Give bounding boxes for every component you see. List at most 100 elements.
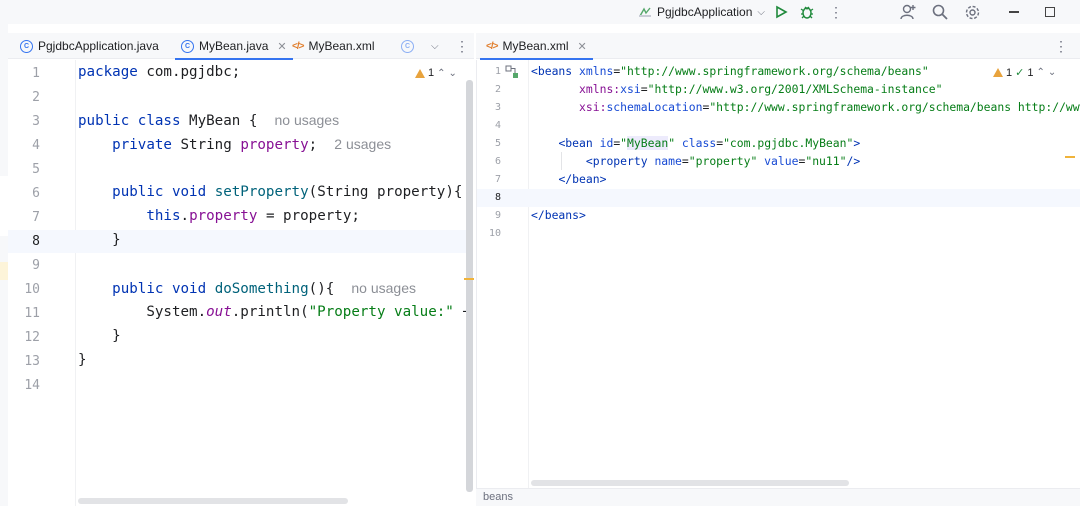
search-icon[interactable] <box>930 2 950 22</box>
line-number: 9 <box>32 258 40 273</box>
close-icon[interactable]: ✕ <box>277 40 286 53</box>
line-number: 3 <box>494 102 501 113</box>
line-number: 12 <box>24 330 40 345</box>
settings-icon[interactable] <box>962 2 982 22</box>
indent-guide <box>561 152 562 170</box>
warning-count: 1 <box>428 67 435 79</box>
inspection-widget[interactable]: 1 ⌃ ⌄ <box>415 67 457 79</box>
java-class-icon: C <box>20 39 33 53</box>
minimize-icon[interactable] <box>1004 2 1024 22</box>
line-number: 5 <box>32 162 40 177</box>
xml-line-9: </beans> <box>531 208 586 222</box>
tab-list-chevron-down-icon[interactable]: ⌵ <box>431 33 439 59</box>
line-number: 14 <box>24 378 40 393</box>
line-number: 1 <box>32 66 40 81</box>
warning-marker[interactable] <box>464 278 474 280</box>
tab-more-icon[interactable]: ⋮ <box>1054 33 1068 59</box>
debug-icon[interactable] <box>797 2 817 22</box>
tab-mybean-xml[interactable]: </> MyBean.xml <box>292 33 375 59</box>
line-number: 1 <box>494 66 501 77</box>
warning-icon <box>993 68 1003 77</box>
java-class-icon: C <box>401 39 414 53</box>
chevron-down-icon[interactable]: ⌄ <box>449 68 457 79</box>
xml-line-1: <beans xmlns="http://www.springframework… <box>531 64 929 78</box>
code-line-4: private String property; 2 usages <box>112 136 392 153</box>
xml-line-7: </bean> <box>558 172 607 186</box>
tab-label: MyBean.xml <box>502 39 569 53</box>
line-number: 5 <box>494 138 501 149</box>
warning-count: 1 <box>1006 66 1013 79</box>
add-user-icon[interactable] <box>898 2 918 22</box>
vertical-scrollbar[interactable] <box>466 80 473 492</box>
line-number: 4 <box>32 138 40 153</box>
check-icon: ✓ <box>1015 67 1025 79</box>
warning-marker[interactable] <box>1065 156 1075 158</box>
tab-more-icon[interactable]: ⋮ <box>455 33 469 59</box>
xml-line-6: <property name="property" value="nu11"/> <box>585 154 861 168</box>
close-icon[interactable]: ✕ <box>578 40 587 53</box>
line-number: 8 <box>32 234 40 249</box>
xml-line-3: xsi:schemaLocation="http://www.springfra… <box>579 100 1080 114</box>
tab-label: MyBean.java <box>199 39 269 53</box>
tab-mybean-java[interactable]: C MyBean.java ✕ <box>175 33 293 60</box>
line-number: 2 <box>32 90 40 105</box>
run-icon[interactable] <box>771 2 791 22</box>
run-config-icon <box>639 7 651 17</box>
line-number: 10 <box>488 228 501 239</box>
line-number: 6 <box>32 186 40 201</box>
line-number: 8 <box>494 192 501 203</box>
usage-hint: no usages <box>274 112 340 128</box>
code-line-11: System.out.println("Property value:" + <box>146 304 471 320</box>
chevron-up-icon[interactable]: ⌃ <box>437 68 445 79</box>
line-number: 9 <box>494 210 501 221</box>
line-number: 3 <box>32 114 40 129</box>
usage-hint: 2 usages <box>334 136 392 152</box>
xml-line-2: xmlns:xsi="http://www.w3.org/2001/XMLSch… <box>579 82 943 96</box>
current-line-highlight <box>477 189 1080 207</box>
chevron-down-icon[interactable]: ⌄ <box>1048 67 1056 78</box>
line-number: 7 <box>32 210 40 225</box>
tab-pgjdbcapplication-java[interactable]: C PgjdbcApplication.java <box>20 33 159 59</box>
xml-editor[interactable]: 1 2 3 4 5 6 7 8 9 10 <beans xmlns="http:… <box>476 60 1080 506</box>
tab-mybean-xml-right[interactable]: </> MyBean.xml ✕ <box>480 33 593 60</box>
spring-bean-gutter-icon[interactable] <box>505 65 519 79</box>
maximize-icon[interactable] <box>1040 2 1060 22</box>
breadcrumb-item[interactable]: beans <box>483 491 513 503</box>
code-line-13: } <box>78 352 87 368</box>
code-line-3: public class MyBean { no usages <box>78 112 340 129</box>
tab-overflow-file[interactable]: C <box>401 33 414 59</box>
project-tree-strip[interactable] <box>0 24 8 506</box>
horizontal-scrollbar[interactable] <box>531 480 849 486</box>
line-number: 13 <box>24 354 40 369</box>
code-line-6: public void setProperty(String property)… <box>112 184 463 200</box>
code-line-12: } <box>112 328 121 344</box>
inspection-widget[interactable]: 1 ✓ 1 ⌃ ⌄ <box>993 66 1056 79</box>
tab-label: PgjdbcApplication.java <box>38 39 159 53</box>
code-line-10: public void doSomething(){ no usages <box>112 280 416 297</box>
java-class-icon: C <box>181 39 194 53</box>
xml-file-icon: </> <box>292 40 305 52</box>
usage-hint: no usages <box>351 280 416 296</box>
left-editor-tabbar: C PgjdbcApplication.java C MyBean.java ✕… <box>8 33 474 60</box>
breadcrumb[interactable]: beans <box>476 488 1080 506</box>
current-line-highlight <box>8 230 466 253</box>
chevron-down-icon: ⌵ <box>757 6 765 18</box>
code-line-7: this.property = property; <box>146 208 360 224</box>
java-editor[interactable]: 1 2 3 4 5 6 7 8 9 10 11 12 13 14 package… <box>8 60 474 506</box>
run-configuration-selector[interactable]: PgjdbcApplication ⌵ <box>638 3 765 21</box>
ok-count: 1 <box>1027 66 1034 79</box>
code-line-8: } <box>112 232 121 248</box>
line-number: 10 <box>24 282 40 297</box>
warning-icon <box>415 68 425 78</box>
chevron-up-icon[interactable]: ⌃ <box>1036 67 1044 78</box>
line-number: 2 <box>494 84 501 95</box>
top-toolbar: PgjdbcApplication ⌵ ⋮ <box>0 0 1080 24</box>
xml-line-5: <bean id="MyBean" class="com.pgjdbc.MyBe… <box>558 136 861 150</box>
line-number: 7 <box>494 174 501 185</box>
run-config-label: PgjdbcApplication <box>657 5 753 19</box>
more-icon[interactable]: ⋮ <box>826 2 846 22</box>
line-number: 4 <box>494 120 501 131</box>
tab-label: MyBean.xml <box>308 39 375 53</box>
line-number: 6 <box>494 156 501 167</box>
horizontal-scrollbar[interactable] <box>78 498 348 504</box>
